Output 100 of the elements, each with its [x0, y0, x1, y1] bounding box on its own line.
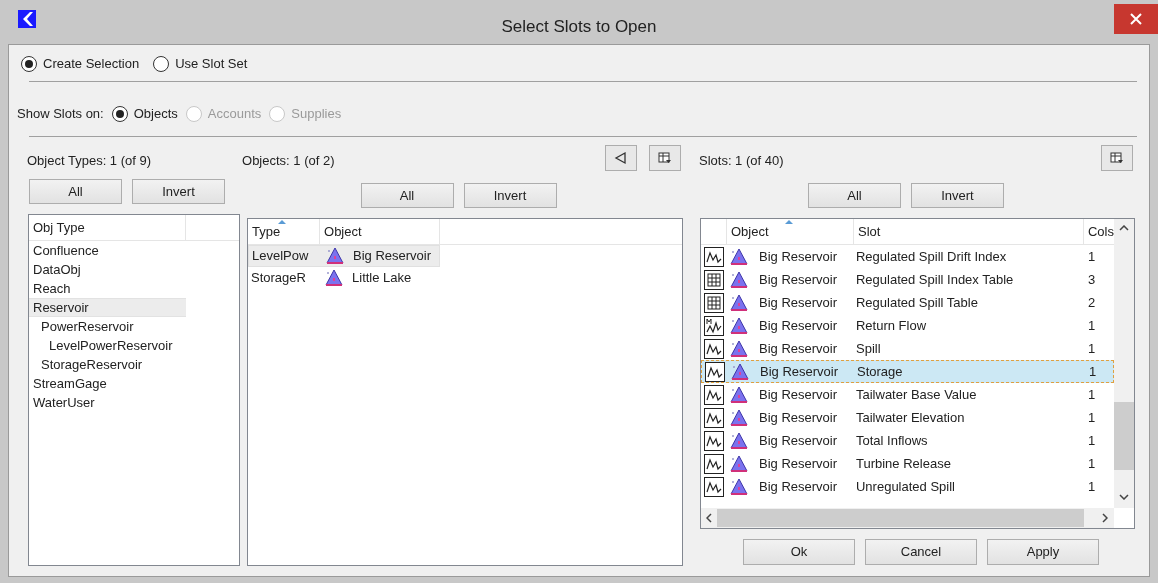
- scroll-down-icon[interactable]: [1119, 494, 1129, 500]
- table-cell-text: 1: [1087, 316, 1097, 335]
- column-header[interactable]: Object: [320, 219, 441, 244]
- table-row[interactable]: Big Reservoir Regulated Spill Table 2: [701, 291, 1114, 314]
- reservoir-icon: [729, 247, 749, 266]
- reservoir-icon: [729, 339, 749, 358]
- sort-arrow-icon: [785, 220, 793, 224]
- table-cell-text: 1: [1087, 247, 1097, 266]
- table-cell-text: Big Reservoir: [759, 247, 837, 266]
- reservoir-icon: [730, 362, 750, 381]
- table-row[interactable]: Big Reservoir Total Inflows 1: [701, 429, 1114, 452]
- column-header[interactable]: Type: [252, 221, 281, 241]
- tree-item[interactable]: StreamGage: [29, 374, 186, 393]
- column-header[interactable]: Object: [731, 221, 769, 241]
- table-row[interactable]: Big Reservoir Storage 1: [701, 360, 1114, 383]
- tree-item[interactable]: LevelPowerReservoir: [29, 336, 186, 355]
- table-cell-text: 1: [1087, 408, 1097, 427]
- table-cell-text: Storage: [856, 362, 904, 381]
- radio-label[interactable]: Create Selection: [43, 54, 140, 74]
- table-row[interactable]: Big Reservoir Regulated Spill Index Table 3: [701, 268, 1114, 291]
- table-cell-text: Turbine Release: [855, 454, 952, 473]
- columns-button[interactable]: [649, 145, 681, 171]
- button[interactable]: Ok: [743, 539, 855, 565]
- column-header[interactable]: Obj Type: [29, 215, 186, 240]
- columns-button[interactable]: [1101, 145, 1133, 171]
- reservoir-icon: [325, 247, 346, 265]
- table-cell-text: Total Inflows: [855, 431, 929, 450]
- radio-label[interactable]: Objects: [133, 104, 178, 124]
- scroll-up-icon[interactable]: [1119, 225, 1129, 231]
- table-cell-text: 1: [1087, 339, 1097, 358]
- table-cell-text: 2: [1087, 293, 1097, 312]
- close-button[interactable]: [1114, 4, 1158, 34]
- table-cell-text: Regulated Spill Index Table: [855, 270, 1015, 289]
- table-cell-text: Big Reservoir: [759, 339, 837, 358]
- reservoir-icon: [729, 477, 749, 496]
- table-row[interactable]: Big Reservoir Tailwater Elevation 1: [701, 406, 1114, 429]
- table-row[interactable]: Big Reservoir Tailwater Base Value 1: [701, 383, 1114, 406]
- button[interactable]: All: [29, 179, 122, 204]
- scroll-thumb[interactable]: [1114, 402, 1134, 470]
- table-cell-text: 3: [1087, 270, 1097, 289]
- table-cell-text: 1: [1087, 454, 1097, 473]
- table-cell-text: LevelPow: [251, 247, 310, 266]
- button[interactable]: Invert: [911, 183, 1004, 208]
- tree-item[interactable]: DataObj: [29, 260, 186, 279]
- radio-button[interactable]: [21, 56, 37, 72]
- tree-item[interactable]: StorageReservoir: [29, 355, 186, 374]
- table-row[interactable]: Big Reservoir Regulated Spill Drift Index 1: [701, 245, 1114, 268]
- reservoir-icon: [729, 408, 749, 427]
- column-header[interactable]: Cols: [1084, 219, 1114, 244]
- button[interactable]: Invert: [132, 179, 225, 204]
- scroll-right-icon[interactable]: [1102, 513, 1108, 523]
- reservoir-icon: [729, 270, 749, 289]
- tree-item[interactable]: Reach: [29, 279, 186, 298]
- tree-item[interactable]: WaterUser: [29, 393, 186, 412]
- reservoir-icon: [729, 316, 749, 335]
- table-row[interactable]: StorageR Little Lake: [248, 267, 441, 289]
- app-logo-icon: [18, 10, 36, 28]
- table-row[interactable]: LevelPow Big Reservoir: [248, 245, 441, 267]
- radio-label[interactable]: Use Slot Set: [175, 54, 248, 74]
- close-icon: [1130, 13, 1142, 25]
- reservoir-icon: [729, 431, 749, 450]
- button[interactable]: All: [360, 183, 454, 208]
- reservoir-icon: [729, 385, 749, 404]
- column-header[interactable]: Slot: [854, 219, 1084, 244]
- collapse-button[interactable]: [605, 145, 637, 171]
- tree-item[interactable]: PowerReservoir: [29, 317, 186, 336]
- table-cell-text: Big Reservoir: [353, 247, 432, 266]
- table-cell-text: 1: [1087, 477, 1097, 496]
- reservoir-icon: [324, 269, 345, 287]
- table-cell-text: Regulated Spill Table: [855, 293, 979, 312]
- button[interactable]: Cancel: [865, 539, 977, 565]
- table-cell-text: Big Reservoir: [759, 477, 837, 496]
- radio-button[interactable]: [153, 56, 170, 72]
- table-columns-icon: [658, 151, 672, 165]
- vertical-scrollbar[interactable]: [1114, 219, 1134, 508]
- button[interactable]: Apply: [987, 539, 1099, 565]
- table-cell-text: Spill: [855, 339, 882, 358]
- table-row[interactable]: Big Reservoir Unregulated Spill 1: [701, 475, 1114, 498]
- table-columns-icon: [1110, 151, 1124, 165]
- panel-label: Object Types: 1 (of 9): [26, 152, 153, 170]
- tree-item[interactable]: Reservoir: [29, 298, 186, 317]
- table-row[interactable]: Big Reservoir Return Flow 1: [701, 314, 1114, 337]
- scroll-left-icon[interactable]: [706, 513, 712, 523]
- button[interactable]: All: [808, 183, 901, 208]
- left-triangle-icon: [614, 151, 628, 165]
- scroll-thumb[interactable]: [717, 509, 1084, 527]
- table-row[interactable]: Big Reservoir Turbine Release 1: [701, 452, 1114, 475]
- table-cell-text: Big Reservoir: [759, 454, 837, 473]
- table-cell-text: Little Lake: [352, 269, 412, 288]
- tree-item[interactable]: Confluence: [29, 241, 186, 260]
- table-cell-text: Return Flow: [855, 316, 928, 335]
- table-cell-text: Tailwater Elevation: [855, 408, 966, 427]
- table-cell-text: Regulated Spill Drift Index: [855, 247, 1008, 266]
- horizontal-scrollbar[interactable]: [701, 508, 1114, 528]
- table-row[interactable]: Big Reservoir Spill 1: [701, 337, 1114, 360]
- radio-button[interactable]: [111, 106, 128, 122]
- table-cell-text: 1: [1087, 431, 1097, 450]
- table-cell-text: Unregulated Spill: [855, 477, 956, 496]
- table-cell-text: 1: [1088, 362, 1098, 381]
- button[interactable]: Invert: [463, 183, 557, 208]
